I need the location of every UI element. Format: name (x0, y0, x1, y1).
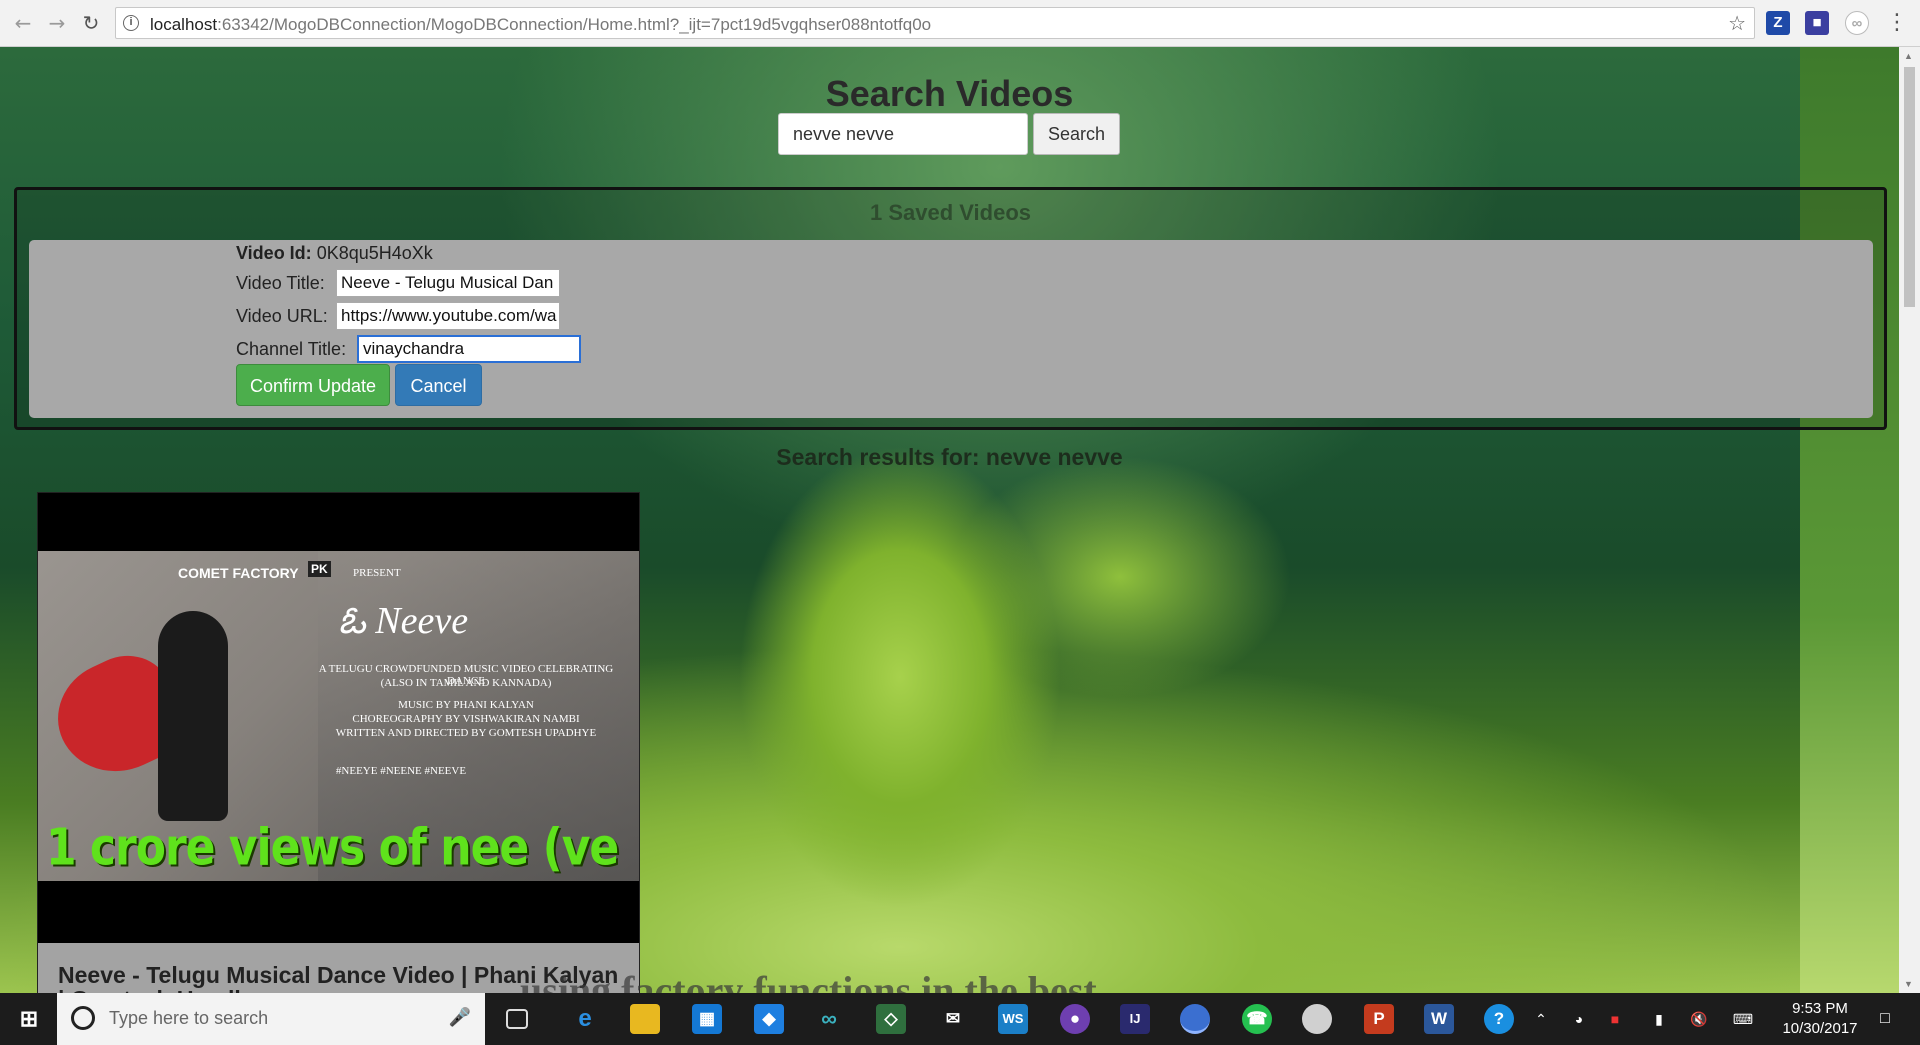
page-scrollbar[interactable]: ▲ ▼ (1899, 47, 1920, 993)
webstorm-icon[interactable]: WS (998, 1004, 1028, 1034)
poster-hashtags: #NEEYE #NEENE #NEEVE (335, 765, 467, 777)
taskbar-search-placeholder: Type here to search (109, 1008, 269, 1028)
edge-browser-icon[interactable]: e (570, 1004, 600, 1034)
chrome-icon[interactable] (1180, 1004, 1210, 1034)
url-path: :63342/MogoDBConnection/MogoDBConnection… (217, 15, 932, 34)
page-viewport: Search Videos nevve nevve Search 1 Saved… (0, 47, 1899, 993)
poster-banner: 1 crore views of nee (ve ye ne) (46, 818, 619, 881)
confirm-update-button[interactable]: Confirm Update (236, 364, 390, 406)
poster-badge: PK (308, 561, 331, 577)
extension-icon[interactable]: ■ (1805, 11, 1829, 35)
extension-circle-icon[interactable]: ∞ (1845, 11, 1869, 35)
info-icon[interactable]: i (123, 15, 139, 31)
taskbar-search-box[interactable]: Type here to search 🎤 (57, 993, 485, 1045)
scrollbar-thumb[interactable] (1904, 67, 1915, 307)
scroll-down-icon[interactable]: ▼ (1904, 979, 1913, 989)
show-hidden-icons-chevron-icon[interactable]: ⌃ (1526, 1004, 1556, 1034)
store-icon[interactable]: ▦ (692, 1004, 722, 1034)
video-thumbnail[interactable]: COMET FACTORY PK PRESENT ఓ Neeve A Telug… (38, 493, 639, 943)
powerpoint-icon[interactable]: P (1364, 1004, 1394, 1034)
saved-video-card: Video Id: 0K8qu5H4oXk Video Title: Neeve… (29, 240, 1873, 418)
video-url-field[interactable]: https://www.youtube.com/wa (336, 302, 560, 330)
bookmark-star-icon[interactable]: ☆ (1728, 11, 1746, 36)
search-button[interactable]: Search (1033, 113, 1120, 155)
result-video-card[interactable]: COMET FACTORY PK PRESENT ఓ Neeve A Telug… (37, 492, 640, 993)
video-title-label: Video Title: (236, 273, 325, 293)
address-bar[interactable]: i localhost:63342/MogoDBConnection/MogoD… (115, 7, 1755, 39)
gift-icon[interactable]: ■ (1600, 1004, 1630, 1034)
cancel-button[interactable]: Cancel (395, 364, 482, 406)
clock-time: 9:53 PM (1792, 1000, 1848, 1017)
poster-dancer-man (158, 611, 228, 821)
scroll-up-icon[interactable]: ▲ (1904, 51, 1913, 61)
poster-line5: Written and directed by Gomtesh Upadhye (335, 727, 597, 739)
keyboard-icon[interactable]: ⌨ (1728, 1004, 1758, 1034)
video-id-label: Video Id: (236, 243, 312, 263)
channel-title-label: Channel Title: (236, 339, 347, 359)
search-input[interactable]: nevve nevve (778, 113, 1028, 155)
intellij-icon[interactable]: IJ (1120, 1004, 1150, 1034)
help-icon[interactable]: ? (1484, 1004, 1514, 1034)
saved-videos-panel: 1 Saved Videos Video Id: 0K8qu5H4oXk Vid… (14, 187, 1887, 430)
whatsapp-icon[interactable]: ☎ (1242, 1004, 1272, 1034)
zotero-extension-icon[interactable]: Z (1766, 11, 1790, 35)
search-results-title: Search results for: nevve nevve (776, 444, 1123, 470)
menu-kebab-icon[interactable]: ⋮ (1884, 10, 1910, 36)
mail-icon[interactable]: ✉ (938, 1004, 968, 1034)
reload-icon[interactable]: ↻ (78, 10, 104, 36)
battery-icon[interactable]: ▮ (1644, 1004, 1674, 1034)
video-id-value: 0K8qu5H4oXk (316, 243, 433, 263)
url-host: localhost (150, 15, 218, 34)
volume-muted-icon[interactable]: 🔇 (1684, 1004, 1714, 1034)
app-diamond-icon[interactable]: ◇ (876, 1004, 906, 1034)
windows-start-icon[interactable]: ⊞ (14, 1004, 44, 1034)
microphone-icon[interactable]: 🎤 (449, 1007, 471, 1028)
file-explorer-icon[interactable] (630, 1004, 660, 1034)
notifications-icon[interactable]: □ (1870, 1004, 1900, 1034)
page-title: Search Videos (825, 73, 1074, 114)
video-id-row: Video Id: 0K8qu5H4oXk (236, 243, 433, 264)
wifi-icon[interactable]: ◕ (1564, 1004, 1594, 1034)
back-arrow-icon[interactable]: ← (10, 10, 36, 36)
poster-script-title: ఓ Neeve (338, 600, 469, 642)
snipping-tool-icon[interactable] (1302, 1004, 1332, 1034)
word-icon[interactable]: W (1424, 1004, 1454, 1034)
video-url-label: Video URL: (236, 306, 328, 326)
poster-line4: Choreography by Vishwakiran Nambi (352, 713, 580, 725)
thumbnail-poster: COMET FACTORY PK PRESENT ఓ Neeve A Telug… (38, 551, 639, 881)
github-icon[interactable]: ● (1060, 1004, 1090, 1034)
background-image-text: using factory functions in the best (520, 968, 1097, 993)
arduino-icon[interactable]: ∞ (814, 1004, 844, 1034)
browser-toolbar: ← → ↻ i localhost:63342/MogoDBConnection… (0, 0, 1920, 47)
task-view-icon[interactable] (506, 1009, 528, 1029)
channel-title-field[interactable]: vinaychandra (357, 335, 581, 363)
cortana-icon (71, 1006, 95, 1030)
video-title-field[interactable]: Neeve - Telugu Musical Dan (336, 269, 560, 297)
dropbox-icon[interactable]: ◆ (754, 1004, 784, 1034)
taskbar-clock[interactable]: 9:53 PM 10/30/2017 (1770, 999, 1870, 1039)
poster-line2: (Also in Tamil and Kannada) (380, 677, 552, 689)
clock-date: 10/30/2017 (1782, 1020, 1858, 1037)
poster-line3: Music by Phani Kalyan (398, 699, 534, 711)
poster-studio: COMET FACTORY (178, 565, 299, 581)
saved-videos-title: 1 Saved Videos (869, 200, 1031, 225)
poster-present: PRESENT (353, 567, 401, 579)
windows-taskbar: ⊞ Type here to search 🎤 e ▦ ◆ ∞ ◇ ✉ WS ●… (0, 993, 1920, 1045)
forward-arrow-icon[interactable]: → (44, 10, 70, 36)
